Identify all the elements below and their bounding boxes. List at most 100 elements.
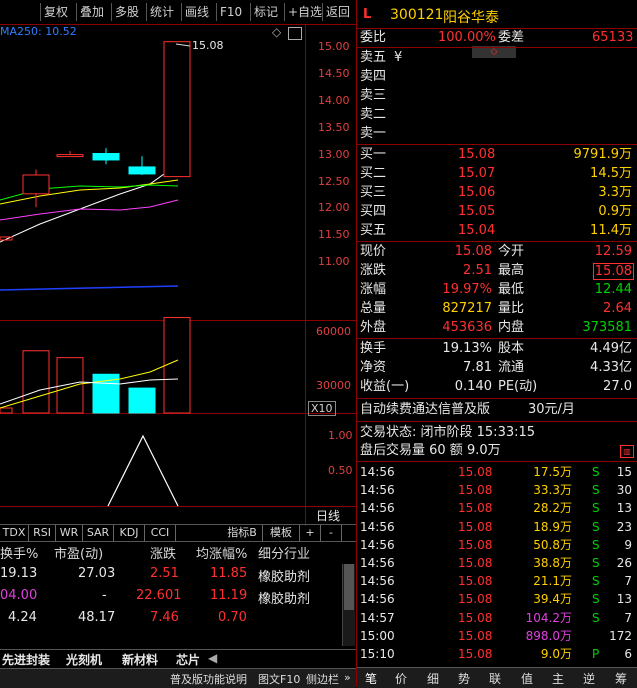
header-pe[interactable]: 市盈(动) xyxy=(54,543,103,562)
scroll-left-icon[interactable]: ◀ xyxy=(208,651,217,665)
after-hours-text: 盘后交易量 60 额 9.0万 xyxy=(360,443,501,458)
bid-row[interactable]: 买三 15.06 3.3万 xyxy=(358,184,636,202)
tick-row[interactable]: 14:57 15.08 104.2万 S 7 xyxy=(358,609,636,627)
sector-tab[interactable]: 芯片 xyxy=(176,651,200,668)
status-help-link[interactable]: 普及版功能说明 xyxy=(170,671,247,687)
table-row[interactable]: 04.00 - 22.601 11.19 橡胶助剂 xyxy=(0,588,340,608)
tick-volume: 898.0万 xyxy=(525,628,572,643)
tab-minus[interactable]: - xyxy=(321,525,342,541)
chart-toggle-icon[interactable]: ▥ xyxy=(620,445,634,458)
stat-value: 2.64 xyxy=(603,301,632,316)
tick-row[interactable]: 14:56 15.08 33.3万 S 30 xyxy=(358,481,636,499)
candle-body[interactable] xyxy=(22,174,50,195)
tab-zhu[interactable]: 主 xyxy=(552,670,564,687)
stat-row: 涨幅 19.97% 最低 12.44 xyxy=(358,281,636,299)
header-avg-change[interactable]: 均涨幅% xyxy=(196,543,247,562)
tab-xi[interactable]: 细 xyxy=(427,670,439,687)
candle-body[interactable] xyxy=(56,154,84,158)
table-row[interactable]: 19.13 27.03 2.51 11.85 橡胶助剂 xyxy=(0,566,340,586)
tick-time: 14:56 xyxy=(360,592,395,607)
tab-indicator-b[interactable]: 指标B xyxy=(222,525,263,541)
header-turnover[interactable]: 换手% xyxy=(0,543,38,562)
tab-tdx[interactable]: TDX xyxy=(0,525,29,541)
bid-price: 15.08 xyxy=(458,147,496,162)
tab-rsi[interactable]: RSI xyxy=(29,525,56,541)
volume-bar[interactable] xyxy=(128,387,156,414)
tick-row[interactable]: 14:56 15.08 17.5万 S 15 xyxy=(358,463,636,481)
sector-tab[interactable]: 光刻机 xyxy=(66,651,102,668)
scrollbar-thumb[interactable] xyxy=(344,564,354,610)
tab-plus[interactable]: + xyxy=(300,525,321,541)
tab-template[interactable]: 模板 xyxy=(263,525,300,541)
price-tick: 12.50 xyxy=(318,175,350,188)
cell: 橡胶助剂 xyxy=(258,592,311,607)
bid-volume: 14.5万 xyxy=(590,166,632,181)
ask-row[interactable]: 卖三 xyxy=(358,87,636,105)
tab-bi[interactable]: 笔 xyxy=(365,670,377,687)
tab-sar[interactable]: SAR xyxy=(83,525,114,541)
tab-chou[interactable]: 筹 xyxy=(615,670,627,687)
tab-kdj[interactable]: KDJ xyxy=(114,525,145,541)
ask-row[interactable]: 卖四 xyxy=(358,68,636,86)
toolbar-biaoji[interactable]: 标记 xyxy=(250,3,281,21)
bid-row[interactable]: 买一 15.08 9791.9万 xyxy=(358,146,636,164)
status-f10[interactable]: 图文F10 xyxy=(258,671,300,687)
tab-jia[interactable]: 价 xyxy=(395,670,407,687)
toolbar-diejia[interactable]: 叠加 xyxy=(76,3,107,21)
tab-ni[interactable]: 逆 xyxy=(583,670,595,687)
toolbar-tongji[interactable]: 统计 xyxy=(146,3,177,21)
tick-row[interactable]: 14:56 15.08 38.8万 S 26 xyxy=(358,554,636,572)
tick-count: 7 xyxy=(624,574,632,589)
toolbar-zixuan[interactable]: +自选 xyxy=(284,3,325,21)
toolbar-huaxian[interactable]: 画线 xyxy=(181,3,212,21)
divider xyxy=(357,241,637,242)
status-more[interactable]: » xyxy=(344,671,351,684)
tick-row[interactable]: 14:56 15.08 28.2万 S 13 xyxy=(358,499,636,517)
toolbar-duogu[interactable]: 多股 xyxy=(111,3,142,21)
bid-row[interactable]: 买五 15.04 11.4万 xyxy=(358,222,636,240)
bid-label: 买四 xyxy=(360,204,387,219)
tick-row[interactable]: 15:00 15.08 898.0万 172 xyxy=(358,627,636,645)
ask-row[interactable]: 卖五 ¥ xyxy=(358,49,636,67)
candle-body[interactable] xyxy=(92,153,120,161)
promo-price[interactable]: 30元/月 xyxy=(528,401,575,419)
tab-cci[interactable]: CCI xyxy=(145,525,176,541)
price-tick: 14.50 xyxy=(318,67,350,80)
sector-tab[interactable]: 先进封装 xyxy=(2,651,50,668)
ask-row[interactable]: 卖一 xyxy=(358,125,636,143)
bid-row[interactable]: 买四 15.05 0.9万 xyxy=(358,203,636,221)
tab-shi[interactable]: 势 xyxy=(458,670,470,687)
cell: 0.70 xyxy=(218,610,247,625)
tick-row[interactable]: 14:56 15.08 18.9万 S 23 xyxy=(358,518,636,536)
period-label[interactable]: 日线 xyxy=(316,507,340,524)
volume-bar[interactable] xyxy=(22,350,50,414)
promo-banner[interactable]: 自动续费通达信普及版 30元/月 xyxy=(358,401,636,419)
header-change[interactable]: 涨跌 xyxy=(150,543,176,562)
candle-body[interactable] xyxy=(163,41,191,178)
divider xyxy=(357,421,637,422)
ask-row[interactable]: 卖二 xyxy=(358,106,636,124)
tick-row[interactable]: 14:56 15.08 21.1万 S 7 xyxy=(358,572,636,590)
tick-row[interactable]: 14:56 15.08 39.4万 S 13 xyxy=(358,590,636,608)
table-row[interactable]: 4.24 48.17 7.46 0.70 xyxy=(0,610,340,630)
tick-row[interactable]: 14:56 15.08 50.8万 S 9 xyxy=(358,536,636,554)
toolbar-f10[interactable]: F10 xyxy=(216,3,245,21)
tick-price: 15.08 xyxy=(458,519,493,534)
tab-lian[interactable]: 联 xyxy=(489,670,501,687)
promo-text[interactable]: 自动续费通达信普及版 xyxy=(360,401,490,419)
tick-row[interactable]: 15:10 15.08 9.0万 P 6 xyxy=(358,645,636,663)
tab-wr[interactable]: WR xyxy=(56,525,83,541)
volume-bar[interactable] xyxy=(163,317,191,414)
sector-tab[interactable]: 新材料 xyxy=(122,651,158,668)
header-industry[interactable]: 细分行业 xyxy=(258,543,310,562)
stat-label: 量比 xyxy=(498,301,525,316)
toolbar-fanhui[interactable]: 返回 xyxy=(322,3,353,21)
toolbar-fuquan[interactable]: 复权 xyxy=(40,3,71,21)
quote-header: L 300121 阳谷华泰 xyxy=(357,0,637,28)
tab-zhi[interactable]: 值 xyxy=(521,670,533,687)
candle-body[interactable] xyxy=(128,166,156,175)
bid-row[interactable]: 买二 15.07 14.5万 xyxy=(358,165,636,183)
table-scrollbar[interactable] xyxy=(342,564,355,646)
status-sidebar[interactable]: 侧边栏 xyxy=(306,671,339,687)
stat-value: 19.97% xyxy=(442,282,492,297)
